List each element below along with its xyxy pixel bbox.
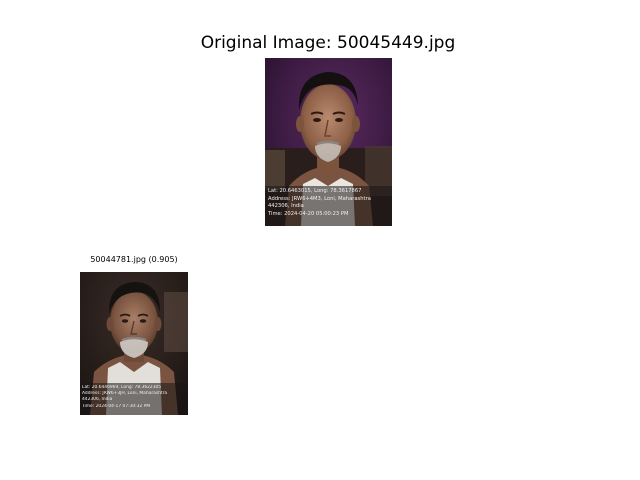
figure-canvas: Original Image: 50045449.jpg Lat: 20.646…	[0, 0, 640, 480]
original-geotag-overlay: Lat: 20.6463015, Long: 78.3617867 Addres…	[265, 186, 392, 226]
original-geotag-coordinates: Lat: 20.6463015, Long: 78.3617867	[268, 188, 362, 194]
original-geotag-time: Time: 2024-04-20 05:00:23 PM	[268, 210, 349, 217]
match-photo: Lat: 20.6446969, Long: 78.3622305 Addres…	[80, 272, 188, 415]
match-geotag-time: Time: 2024-04-17 07:30:32 PM	[82, 403, 151, 409]
original-image-title: Original Image: 50045449.jpg	[200, 33, 456, 53]
match-image-title: 50044781.jpg (0.905)	[90, 255, 178, 264]
original-geotag-address: Address: JRW6+4M3, Loni, Maharashtra	[268, 195, 371, 202]
match-geotag-overlay: Lat: 20.6446969, Long: 78.3622305 Addres…	[80, 383, 188, 415]
original-photo: Lat: 20.6463015, Long: 78.3617867 Addres…	[265, 58, 392, 226]
original-geotag-postal: 442306, India	[268, 203, 304, 209]
